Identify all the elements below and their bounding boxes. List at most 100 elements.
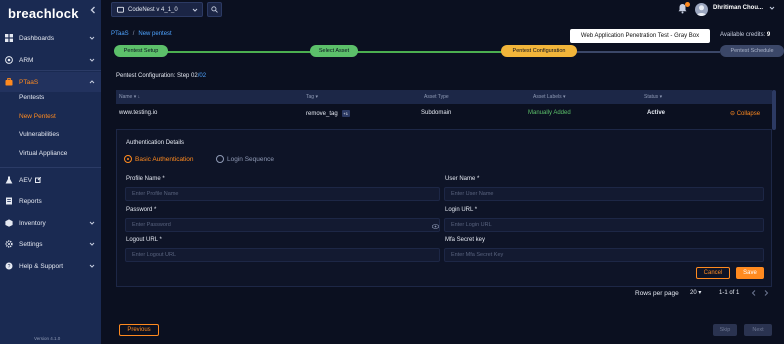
- sidebar-item-label: Inventory: [19, 219, 46, 227]
- sidebar-item-arm[interactable]: ARM: [0, 50, 101, 70]
- column-header-status[interactable]: Status ▾: [644, 94, 662, 100]
- svg-text:?: ?: [8, 264, 11, 270]
- chevron-down-icon[interactable]: [769, 5, 775, 11]
- credits-indicator: Available credits: 9: [720, 32, 770, 38]
- app-version: Version 4.1.0: [34, 336, 61, 341]
- table-header: Name ▾ ↓ Tag ▾ Asset Type Asset Labels ▾…: [116, 90, 772, 104]
- folder-icon: [117, 6, 124, 13]
- tag-label: remove_tag: [306, 111, 338, 118]
- chevron-down-icon: [192, 8, 198, 12]
- sidebar-subitem-pentests[interactable]: Pentests: [19, 94, 44, 101]
- sidebar: breachlock Dashboards ARM PTaaS Pentests…: [0, 0, 101, 344]
- column-header-tag[interactable]: Tag ▾: [306, 94, 318, 100]
- column-header-label: Tag: [306, 94, 315, 100]
- chevron-down-icon: [89, 58, 95, 62]
- step-pentest-schedule[interactable]: Pentest Schedule: [720, 45, 784, 57]
- sidebar-item-help-support[interactable]: ? Help & Support: [0, 256, 101, 276]
- radio-label: Login Sequence: [227, 155, 274, 163]
- rows-per-page-select[interactable]: 20 ▾: [690, 289, 701, 296]
- grid-icon: [5, 34, 13, 42]
- collapse-label: Collapse: [736, 111, 761, 117]
- profile-name-input[interactable]: [125, 187, 440, 201]
- sidebar-item-ptaas[interactable]: PTaaS: [0, 72, 101, 92]
- credits-value: 9: [766, 32, 771, 38]
- sidebar-item-aev[interactable]: AEV: [0, 170, 101, 190]
- search-icon: [211, 6, 218, 13]
- logout-url-input[interactable]: [125, 248, 440, 262]
- login-url-label: Login URL *: [445, 207, 478, 213]
- step-pentest-setup[interactable]: Pentest Setup: [114, 45, 168, 57]
- next-button[interactable]: Next: [744, 324, 772, 336]
- breadcrumb-ptaas[interactable]: PTaaS: [111, 31, 129, 37]
- sidebar-item-settings[interactable]: Settings: [0, 234, 101, 254]
- radio-basic-auth[interactable]: Basic Authentication: [124, 155, 194, 163]
- project-select[interactable]: CodeNest v 4_1_0: [111, 2, 203, 17]
- logout-url-label: Logout URL *: [126, 237, 162, 243]
- sidebar-item-label: PTaaS: [19, 78, 39, 86]
- chevron-right-icon[interactable]: [762, 289, 770, 297]
- user-name[interactable]: Dhritiman Chou...: [713, 5, 763, 11]
- step-pentest-configuration[interactable]: Pentest Configuration: [501, 45, 577, 57]
- cell-name: www.testing.io: [119, 110, 158, 116]
- chevron-left-icon[interactable]: [750, 289, 758, 297]
- sidebar-subitem-new-pentest[interactable]: New Pentest: [19, 113, 56, 120]
- cell-tag: remove_tag +1: [306, 110, 350, 117]
- eye-icon[interactable]: [432, 224, 439, 229]
- tag-count-badge[interactable]: +1: [341, 110, 350, 117]
- sidebar-item-label: AEV: [19, 176, 33, 184]
- save-button[interactable]: Save: [736, 267, 764, 279]
- divider: [0, 167, 101, 168]
- help-icon: ?: [5, 262, 13, 270]
- sidebar-item-reports[interactable]: Reports: [0, 191, 101, 211]
- sidebar-item-inventory[interactable]: Inventory: [0, 213, 101, 233]
- auth-title: Authentication Details: [126, 140, 185, 146]
- pagination-range: 1-1 of 1: [719, 290, 740, 296]
- table-scrollbar[interactable]: [772, 90, 776, 130]
- radio-login-sequence[interactable]: Login Sequence: [216, 155, 274, 163]
- column-header-asset-labels[interactable]: Asset Labels ▾: [533, 94, 566, 100]
- mfa-secret-input[interactable]: [444, 248, 764, 262]
- search-button[interactable]: [207, 2, 222, 17]
- brand-logo[interactable]: breachlock: [8, 6, 79, 21]
- cancel-button[interactable]: Cancel: [696, 267, 730, 279]
- divider: [0, 70, 101, 71]
- user-icon: [696, 5, 707, 16]
- chevron-left-icon[interactable]: [88, 5, 98, 15]
- sidebar-item-label: Reports: [19, 197, 42, 205]
- cell-asset-type: Subdomain: [421, 110, 452, 116]
- sidebar-subitem-vulnerabilities[interactable]: Vulnerabilities: [19, 131, 59, 138]
- column-header-name[interactable]: Name ▾ ↓: [119, 94, 140, 100]
- avatar[interactable]: [695, 3, 708, 16]
- config-step-label: Pentest Configuration: Step 02: [116, 73, 198, 79]
- cell-asset-labels: Manually Added: [528, 110, 571, 116]
- radio-dot: [124, 155, 132, 163]
- box-icon: [5, 219, 13, 227]
- credits-label: Available credits:: [720, 32, 766, 38]
- chevron-down-icon: [89, 264, 95, 268]
- login-url-input[interactable]: [444, 218, 764, 232]
- column-header-label: Status: [644, 94, 659, 100]
- sidebar-subitem-virtual-appliance[interactable]: Virtual Appliance: [19, 150, 67, 157]
- notification-badge: [685, 2, 690, 7]
- breadcrumb: PTaaS / New pentest: [111, 31, 172, 37]
- table-row: www.testing.io remove_tag +1 Subdomain Ma…: [116, 106, 772, 122]
- column-header-label: Asset Labels: [533, 94, 562, 100]
- breadcrumb-new-pentest[interactable]: New pentest: [138, 31, 171, 37]
- test-type-badge: Web Application Penetration Test - Gray …: [570, 29, 710, 43]
- flask-icon: [5, 176, 13, 184]
- cell-status: Active: [647, 110, 666, 116]
- skip-button[interactable]: Skip: [713, 324, 737, 336]
- password-input[interactable]: [125, 218, 440, 232]
- step-select-asset[interactable]: Select Asset: [310, 45, 358, 57]
- column-header-asset-type[interactable]: Asset Type: [424, 94, 449, 100]
- sidebar-item-label: ARM: [19, 56, 34, 64]
- collapse-button[interactable]: ⊖ Collapse: [730, 110, 760, 117]
- user-name-input[interactable]: [444, 187, 764, 201]
- chevron-down-icon: [89, 36, 95, 40]
- previous-button[interactable]: Previous: [119, 324, 159, 336]
- sidebar-item-dashboards[interactable]: Dashboards: [0, 28, 101, 48]
- config-step-max: /02: [197, 73, 207, 79]
- sidebar-item-label: Help & Support: [19, 262, 64, 270]
- chevron-up-icon: [89, 80, 95, 84]
- rows-per-page-label: Rows per page: [635, 290, 679, 297]
